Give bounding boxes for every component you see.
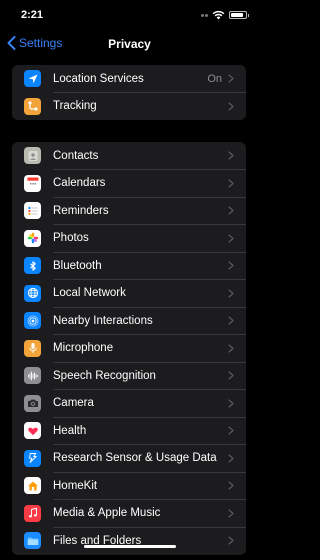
photos-icon [24, 229, 41, 247]
chevron-right-icon [228, 481, 234, 490]
chevron-right-icon [228, 454, 234, 463]
privacy-item-label: Health [53, 424, 87, 437]
microphone-icon [24, 339, 41, 357]
privacy-item-homekit[interactable]: HomeKit [12, 472, 246, 500]
privacy-group-tracking: Location Services On Tracking [12, 65, 246, 120]
chevron-right-icon [228, 316, 234, 325]
privacy-item-label: HomeKit [53, 479, 98, 492]
privacy-item-health[interactable]: Health [12, 417, 246, 445]
privacy-item-label: Tracking [53, 100, 97, 113]
privacy-item-files-and-folders[interactable]: Files and Folders [12, 527, 246, 555]
privacy-item-media-and-apple-music[interactable]: Media & Apple Music [12, 500, 246, 528]
folder-icon [24, 532, 41, 550]
privacy-item-microphone[interactable]: Microphone [12, 335, 246, 363]
chevron-right-icon [228, 426, 234, 435]
privacy-item-label: Contacts [53, 149, 99, 162]
chevron-right-icon [228, 74, 234, 83]
camera-icon [24, 394, 41, 412]
research-icon [24, 449, 41, 467]
contacts-icon [24, 147, 41, 165]
privacy-item-label: Reminders [53, 204, 109, 217]
waveform-icon [24, 367, 41, 385]
status-icons [201, 10, 249, 20]
calendar-icon [24, 174, 41, 192]
privacy-item-research-sensor-and-usage-data[interactable]: Research Sensor & Usage Data [12, 445, 246, 473]
privacy-item-label: Microphone [53, 342, 114, 355]
privacy-item-speech-recognition[interactable]: Speech Recognition [12, 362, 246, 390]
location-arrow-icon [24, 70, 41, 88]
privacy-item-label: Media & Apple Music [53, 507, 161, 520]
privacy-group-permissions: Contacts Calendars Reminders Photos Bluetoot… [12, 142, 246, 555]
tracking-icon [24, 97, 41, 115]
privacy-item-tracking[interactable]: Tracking [12, 93, 246, 121]
privacy-item-camera[interactable]: Camera [12, 390, 246, 418]
chevron-right-icon [228, 151, 234, 160]
privacy-item-label: Nearby Interactions [53, 314, 153, 327]
chevron-right-icon [228, 261, 234, 270]
privacy-item-label: Calendars [53, 177, 106, 190]
privacy-item-bluetooth[interactable]: Bluetooth [12, 252, 246, 280]
navigation-bar: Settings Privacy [0, 30, 259, 58]
battery-icon [229, 11, 249, 19]
privacy-item-label: Bluetooth [53, 259, 102, 272]
page-title: Privacy [108, 37, 151, 51]
privacy-item-label: Local Network [53, 287, 126, 300]
status-time: 2:21 [21, 9, 44, 21]
privacy-item-nearby-interactions[interactable]: Nearby Interactions [12, 307, 246, 335]
privacy-item-label: Research Sensor & Usage Data [53, 452, 217, 465]
chevron-right-icon [228, 344, 234, 353]
privacy-item-location-services[interactable]: Location Services On [12, 65, 246, 93]
privacy-item-label: Speech Recognition [53, 369, 156, 382]
wifi-icon [212, 10, 225, 20]
nearby-icon [24, 312, 41, 330]
reminders-icon [24, 202, 41, 220]
home-icon [24, 477, 41, 495]
chevron-right-icon [228, 536, 234, 545]
privacy-item-label: Location Services [53, 72, 144, 85]
privacy-item-calendars[interactable]: Calendars [12, 170, 246, 198]
privacy-item-reminders[interactable]: Reminders [12, 197, 246, 225]
music-icon [24, 504, 41, 522]
privacy-item-local-network[interactable]: Local Network [12, 280, 246, 308]
chevron-right-icon [228, 179, 234, 188]
chevron-right-icon [228, 509, 234, 518]
cellular-signal-icon [201, 13, 208, 17]
chevron-right-icon [228, 234, 234, 243]
home-indicator[interactable] [84, 545, 176, 548]
privacy-item-label: Photos [53, 232, 89, 245]
privacy-item-contacts[interactable]: Contacts [12, 142, 246, 170]
heart-icon [24, 422, 41, 440]
bluetooth-icon [24, 257, 41, 275]
chevron-right-icon [228, 289, 234, 298]
chevron-right-icon [228, 206, 234, 215]
privacy-item-label: Camera [53, 397, 94, 410]
chevron-right-icon [228, 399, 234, 408]
chevron-right-icon [228, 102, 234, 111]
privacy-item-photos[interactable]: Photos [12, 225, 246, 253]
status-bar: 2:21 [0, 0, 259, 30]
privacy-item-value: On [207, 72, 222, 85]
chevron-right-icon [228, 371, 234, 380]
globe-icon [24, 284, 41, 302]
